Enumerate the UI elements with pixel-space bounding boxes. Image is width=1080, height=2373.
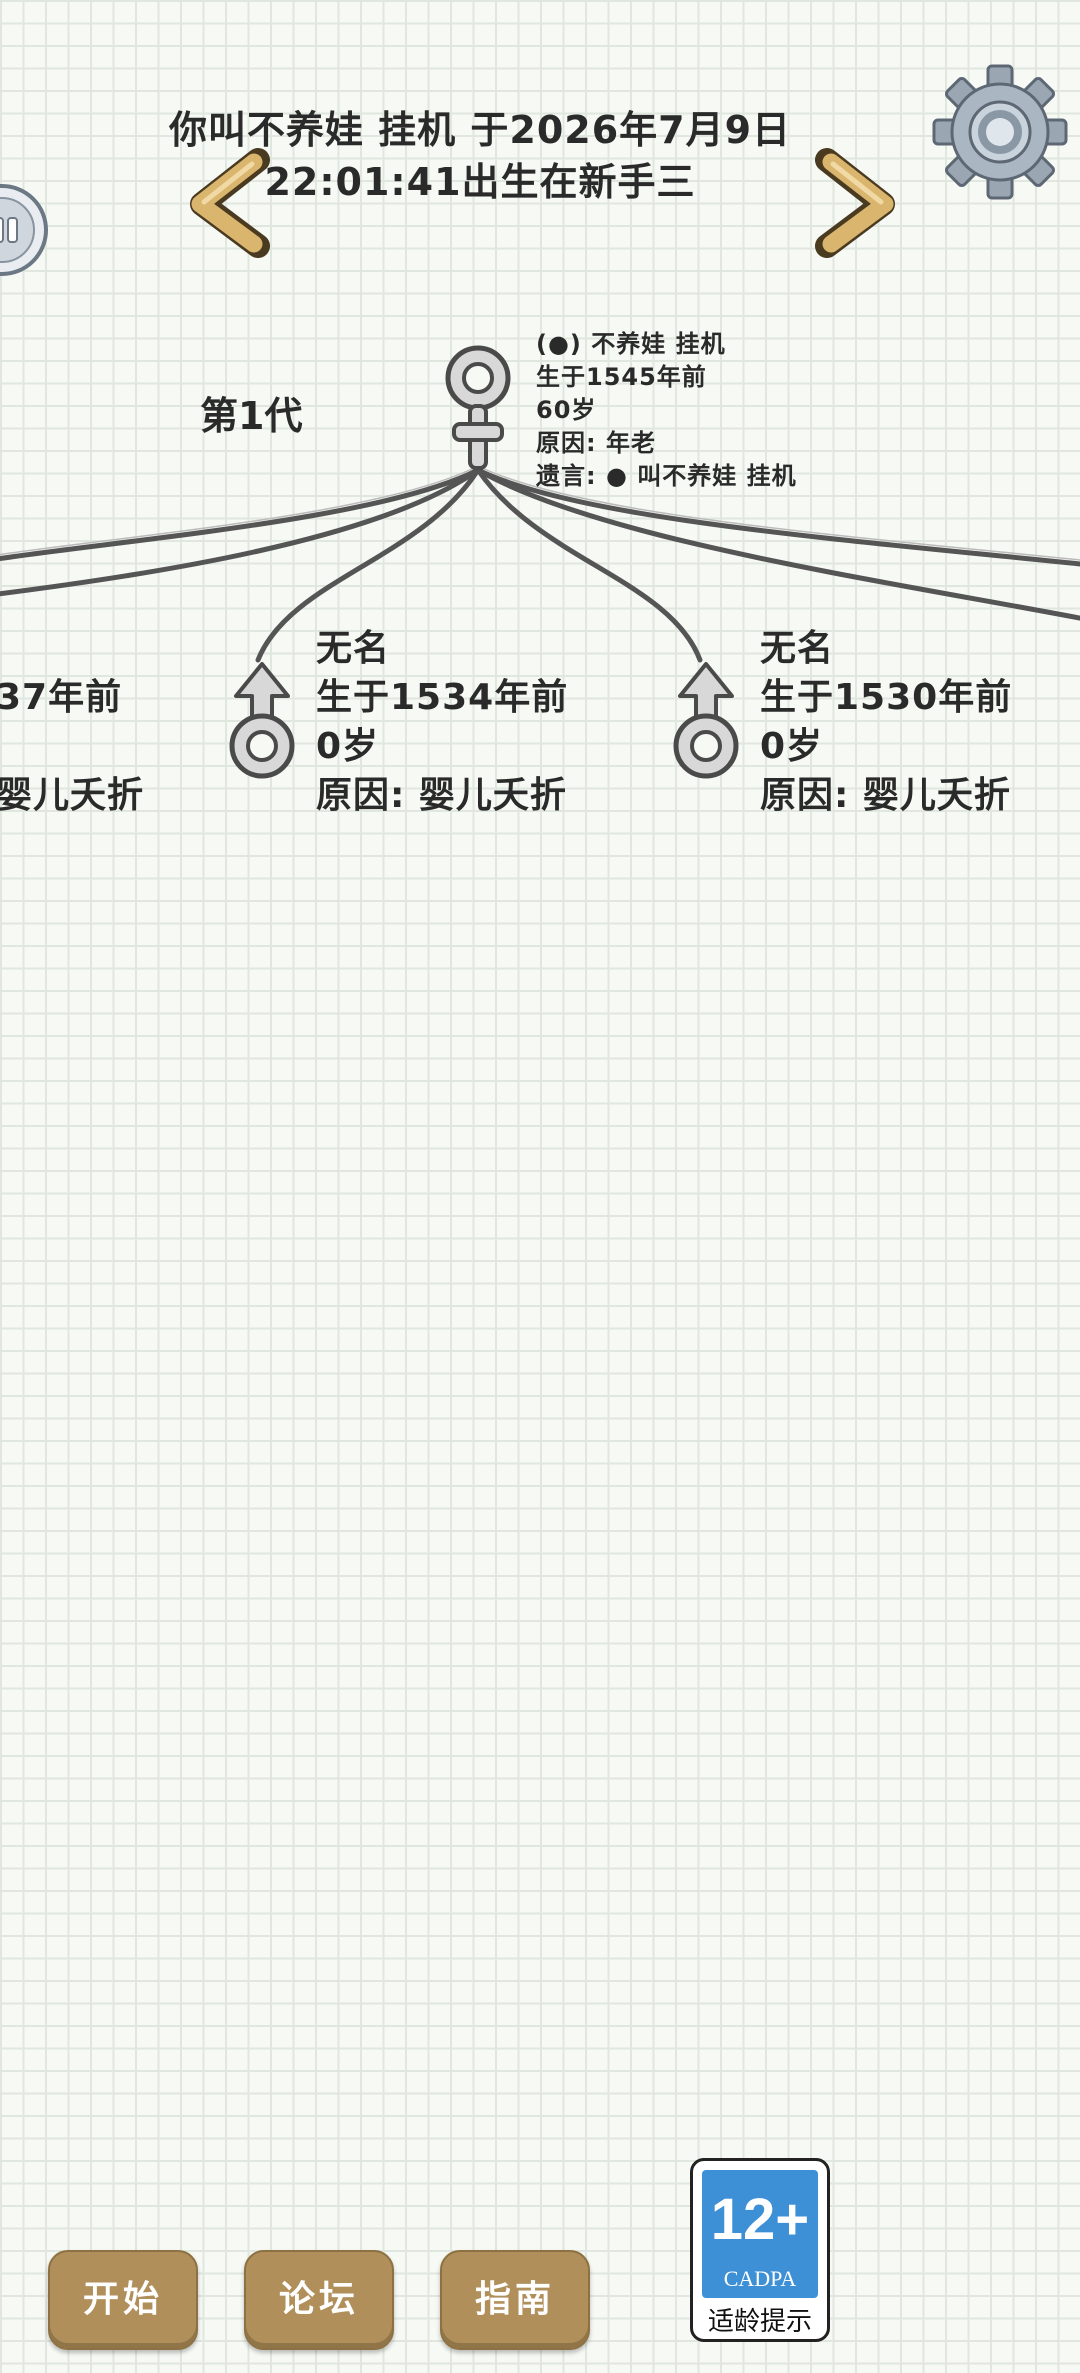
age-rating-number: 12+ [710,2187,810,2252]
age-rating-icon: 12+ CADPA [702,2170,818,2298]
start-button[interactable]: 开始 [48,2250,198,2350]
child-cause: 原因: 婴儿夭折 [316,775,567,816]
child-cause: 婴儿夭折 [0,775,145,816]
child-name: 无名 [760,628,835,669]
ancestor-name: (●) 不养娃 挂机 [536,330,726,358]
male-symbol-icon[interactable] [666,658,746,782]
child-info: 无名 生于1534年前 0岁 原因: 婴儿夭折 [316,624,568,820]
ancestor-age: 60岁 [536,396,597,424]
ancestor-born: 生于1545年前 [536,363,707,391]
female-symbol-icon[interactable] [440,340,516,476]
child-info: 37年前 婴儿夭折 [0,624,144,820]
child-info: 无名 生于1530年前 0岁 原因: 婴儿夭折 [760,624,1012,820]
generation-label: 第1代 [200,394,303,438]
ancestor-will: 遗言: ● 叫不养娃 挂机 [536,462,797,490]
ancestor-info: (●) 不养娃 挂机 生于1545年前 60岁 原因: 年老 遗言: ● 叫不养… [536,328,797,493]
child-age: 0岁 [316,726,380,767]
age-rating-org: CADPA [723,2266,797,2291]
child-name: 无名 [316,628,391,669]
age-rating-badge: 12+ CADPA 适龄提示 [690,2158,830,2342]
child-born: 生于1530年前 [760,677,1013,718]
ancestor-cause: 原因: 年老 [536,429,656,457]
age-rating-label: 适龄提示 [707,2307,812,2337]
child-age: 0岁 [760,726,824,767]
child-born: 生于1534年前 [316,677,569,718]
child-born: 37年前 [0,677,123,718]
child-cause: 原因: 婴儿夭折 [760,775,1011,816]
male-symbol-icon[interactable] [222,658,302,782]
guide-button[interactable]: 指南 [440,2250,590,2350]
forum-button[interactable]: 论坛 [244,2250,394,2350]
